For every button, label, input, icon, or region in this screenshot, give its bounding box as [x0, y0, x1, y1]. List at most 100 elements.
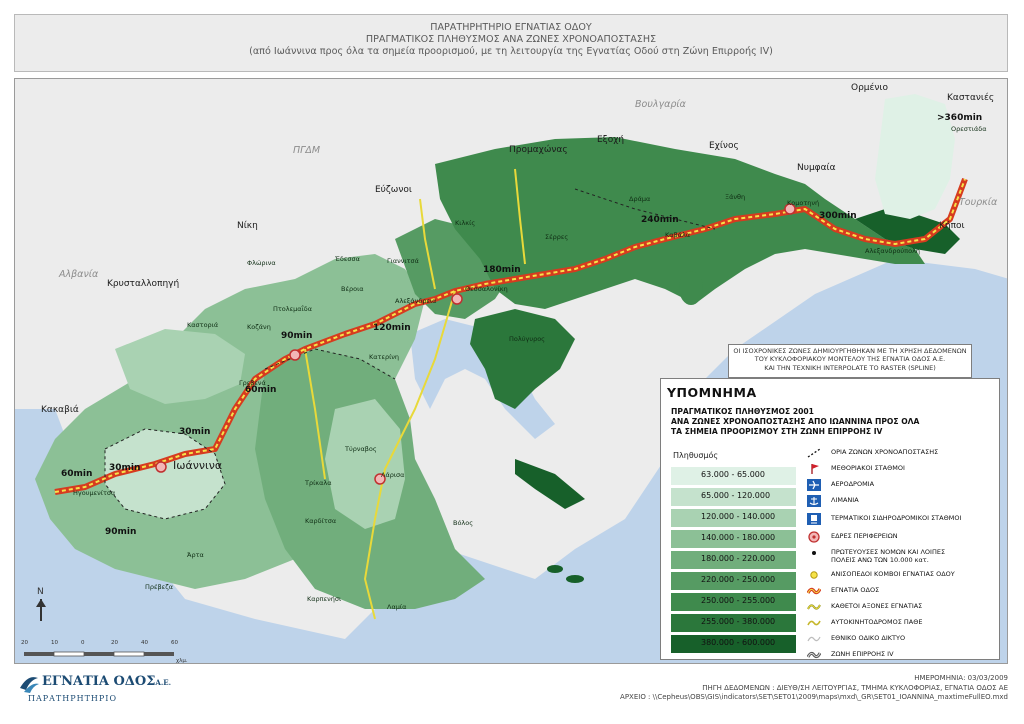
map-title-box: ΠΑΡΑΤΗΡΗΤΗΡΙΟ ΕΓΝΑΤΙΑΣ ΟΔΟΥ ΠΡΑΓΜΑΤΙΚΟΣ … [14, 14, 1008, 72]
border-station-krystallopigi: Κρυσταλλοπηγή [107, 279, 180, 289]
legend-subtitle-line1: ΠΡΑΓΜΑΤΙΚΟΣ ΠΛΗΘΥΣΜΟΣ 2001 [671, 407, 814, 416]
city-label-orestiada: Ορεστιάδα [951, 125, 987, 133]
scale-tick-label: 10 [51, 640, 58, 646]
time-label-300: 300min [819, 211, 857, 221]
logo-subtitle: ΠΑΡΑΤΗΡΗΤΗΡΙΟ [28, 694, 117, 703]
legend-symbol-row: ΕΔΡΕΣ ΠΕΡΙΦΕΡΕΙΩΝ [807, 531, 997, 544]
legend-symbol-label: ΕΓΝΑΤΙΑ ΟΔΟΣ [831, 586, 880, 594]
city-label-trikala: Τρίκαλα [305, 479, 332, 487]
city-label-thessaloniki: Θεσσαλονίκη [465, 285, 508, 293]
logo-name: ΕΓΝΑΤΙΑ ΟΔΟΣ [42, 674, 156, 689]
methodology-note: ΟΙ ΙΣΟΧΡΟΝΙΚΕΣ ΖΩΝΕΣ ΔΗΜΙΟΥΡΓΗΘΗΚΑΝ ΜΕ Τ… [728, 344, 972, 378]
legend-population-label: 255.000 - 380.000 [701, 617, 776, 626]
legend-population-row: 63.000 - 65.000 [671, 467, 796, 485]
time-label-90a: 90min [281, 331, 313, 341]
border-station-evzonoi: Εύζωνοι [375, 185, 412, 195]
legend-population-row: 180.000 - 220.000 [671, 551, 796, 569]
note-line1: ΟΙ ΙΣΟΧΡΟΝΙΚΕΣ ΖΩΝΕΣ ΔΗΜΙΟΥΡΓΗΘΗΚΑΝ ΜΕ Τ… [733, 347, 967, 355]
logo-text: ΕΓΝΑΤΙΑ ΟΔΟΣΑ.Ε. [42, 674, 171, 689]
legend-population-label: 180.000 - 220.000 [701, 554, 776, 563]
time-label-30b: 30min [109, 463, 141, 473]
legend-population-label: 140.000 - 180.000 [701, 533, 776, 542]
scale-tick-label: 40 [141, 640, 148, 646]
city-label-veria: Βέροια [341, 285, 364, 293]
scale-tick-label: 0 [81, 640, 85, 646]
legend-population-label: 380.000 - 600.000 [701, 638, 776, 647]
legend-symbol-row: ΖΩΝΗ ΕΠΙΡΡΟΗΣ IV [806, 649, 997, 662]
city-label-ioannina: Ιωάννινα [173, 459, 223, 472]
border-station-kakavia: Κακαβιά [41, 405, 79, 415]
city-label-tyrnavos: Τύρναβος [345, 445, 377, 453]
capital-dot-icon [807, 547, 821, 559]
legend-population-label: 250.000 - 255.000 [701, 596, 776, 605]
scale-unit: χλμ. [176, 658, 188, 664]
time-label-90b: 90min [105, 527, 137, 537]
legend-symbol-row: ΑΥΤΟΚΙΝΗΤΟΔΡΟΜΟΣ ΠΑΘΕ [807, 617, 997, 630]
legend-symbol-row: ΚΑΘΕΤΟΙ ΑΞΟΝΕΣ ΕΓΝΑΤΙΑΣ [807, 601, 997, 614]
border-station-exochi: Εξοχή [597, 135, 625, 145]
city-label-kilkis: Κιλκίς [455, 219, 476, 227]
legend-symbol-row: ΟΡΙΑ ΖΩΝΩΝ ΧΡΟΝΟΑΠΟΣΤΑΣΗΣ [807, 447, 997, 460]
logo-suffix: Α.Ε. [155, 678, 172, 687]
scale-tick-label: 20 [21, 640, 28, 646]
border-station-promachonas: Προμαχώνας [509, 145, 568, 155]
legend-symbol-label: ΟΡΙΑ ΖΩΝΩΝ ΧΡΟΝΟΑΠΟΣΤΑΣΗΣ [831, 448, 939, 456]
legend-symbol-label: ΕΘΝΙΚΟ ΟΔΙΚΟ ΔΙΚΤΥΟ [831, 634, 906, 642]
vertical-axis-icon [807, 601, 821, 613]
legend-population-label: Πληθυσμός [673, 451, 719, 460]
city-label-lamia: Λαμία [387, 603, 407, 611]
legend-population-row: 220.000 - 250.000 [671, 572, 796, 590]
time-label-120: 120min [373, 323, 411, 333]
country-label-turkey: Τουρκία [959, 197, 998, 208]
island-thassos [679, 271, 703, 305]
region-seat-marker [289, 349, 301, 361]
note-line3: ΚΑΙ ΤΗΝ ΤΕΧΝΙΚΗ INTERPOLATE TO RASTER (S… [764, 363, 936, 372]
legend-population-label: 63.000 - 65.000 [701, 470, 765, 479]
country-label-bulgaria: Βουλγαρία [635, 99, 686, 110]
legend-subtitle-line2: ΑΝΑ ΖΩΝΕΣ ΧΡΟΝΟΑΠΟΣΤΑΣΗΣ ΑΠΟ ΙΩΑΝΝΙΝΑ ΠΡ… [671, 417, 920, 426]
city-label-volos: Βόλος [453, 519, 474, 527]
time-label-60b: 60min [61, 469, 93, 479]
scale-bar: 20 10 0 20 40 60 χλμ. [21, 640, 204, 664]
legend-symbol-row: ΠΡΩΤΕΥΟΥΣΕΣ ΝΟΜΩΝ ΚΑΙ ΛΟΙΠΕΣ ΠΟΛΕΙΣ ΑΝΩ Τ… [807, 547, 997, 563]
legend-subtitle: ΠΡΑΓΜΑΤΙΚΟΣ ΠΛΗΘΥΣΜΟΣ 2001 ΑΝΑ ΖΩΝΕΣ ΧΡΟ… [671, 407, 919, 437]
legend-population-label: 220.000 - 250.000 [701, 575, 776, 584]
city-label-kastoria: Καστοριά [187, 321, 219, 329]
legend-symbol-label: ΑΝΙΣΟΠΕΔΟΙ ΚΟΜΒΟΙ ΕΓΝΑΤΙΑΣ ΟΔΟΥ [831, 570, 955, 578]
city-label-preveza: Πρέβεζα [145, 583, 174, 591]
city-label-giannitsa: Γιαννιτσά [387, 257, 419, 265]
city-label-komotini: Κομοτηνή [787, 199, 820, 207]
scale-tick-label: 20 [111, 640, 118, 646]
legend-population-row: 380.000 - 600.000 [671, 635, 796, 653]
city-label-xanthi: Ξάνθη [725, 193, 746, 201]
influence-zone-icon [806, 649, 822, 661]
region-seat-marker [451, 293, 463, 305]
border-station-nymfaia: Νυμφαία [797, 163, 836, 173]
city-label-ptolemaida: Πτολεμαΐδα [273, 305, 313, 313]
border-station-niki: Νίκη [237, 221, 258, 231]
city-label-grevena: Γρεβενά [239, 379, 266, 387]
legend-title: ΥΠΟΜΝΗΜΑ [667, 385, 757, 400]
legend-symbol-label: ΜΕΘΟΡΙΑΚΟΙ ΣΤΑΘΜΟΙ [831, 464, 905, 472]
legend-population-row: 140.000 - 180.000 [671, 530, 796, 548]
legend-symbol-label: ΖΩΝΗ ΕΠΙΡΡΟΗΣ IV [831, 650, 894, 658]
legend-population-label: 120.000 - 140.000 [701, 512, 776, 521]
city-label-edessa: Έδεσσα [335, 255, 360, 263]
interchange-icon [807, 569, 821, 581]
city-label-polygyros: Πολύγυρος [509, 335, 545, 343]
legend-symbol-row: ΑΕΡΟΔΡΟΜΙΑ [807, 479, 997, 492]
map-metadata: ΗΜΕΡΟΜΗΝΙΑ: 03/03/2009 ΠΗΓΗ ΔΕΔΟΜΕΝΩΝ : … [620, 674, 1008, 703]
map-title-line2: ΠΡΑΓΜΑΤΙΚΟΣ ΠΛΗΘΥΣΜΟΣ ΑΝΑ ΖΩΝΕΣ ΧΡΟΝΟΑΠΟ… [365, 34, 657, 45]
border-station-kastanies: Καστανιές [947, 93, 995, 103]
legend-population-row: 65.000 - 120.000 [671, 488, 796, 506]
legend-population-label: 65.000 - 120.000 [701, 491, 771, 500]
city-label-alexandroupoli: Αλεξανδρούπολη [865, 247, 921, 255]
legend-symbol-label: ΕΔΡΕΣ ΠΕΡΙΦΕΡΕΙΩΝ [831, 532, 898, 540]
pathe-motorway-icon [807, 617, 821, 629]
island-skiathos [547, 565, 563, 573]
city-label-alexandreia: Αλεξάνδρεια [395, 297, 437, 305]
scale-tick-label: 60 [171, 640, 178, 646]
map-source: ΠΗΓΗ ΔΕΔΟΜΕΝΩΝ : ΔΙΕΥΘ/ΣΗ ΛΕΙΤΟΥΡΓΙΑΣ, Τ… [702, 683, 1008, 692]
city-label-florina: Φλώρινα [247, 259, 276, 267]
city-label-drama: Δράμα [629, 195, 651, 203]
